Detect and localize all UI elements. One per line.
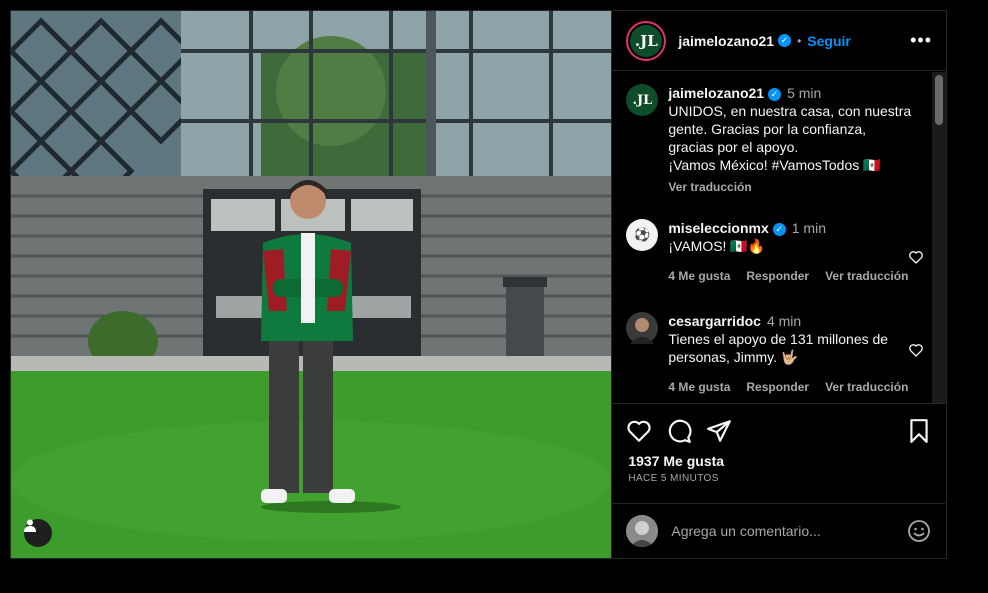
caption-avatar[interactable]: .JL bbox=[626, 84, 659, 116]
caption-username[interactable]: jaimelozano21 bbox=[668, 85, 764, 101]
commenter-username[interactable]: cesargarridoc bbox=[668, 313, 761, 329]
caption: .JL jaimelozano21 ✓ 5 min UNIDOS, en nuest… bbox=[626, 84, 916, 196]
user-tag-icon bbox=[24, 519, 36, 532]
comment-item: cesargarridoc 4 min Tienes el apoyo de 13… bbox=[626, 312, 924, 396]
post-timestamp: HACE 5 MINUTOS bbox=[628, 473, 719, 484]
comment-time: 4 min bbox=[766, 313, 802, 329]
current-user-avatar bbox=[626, 514, 659, 547]
save-icon[interactable] bbox=[906, 418, 932, 444]
caption-translate-link[interactable]: Ver traducción bbox=[668, 178, 751, 196]
comments-list: .JL jaimelozano21 ✓ 5 min UNIDOS, en nuest… bbox=[612, 72, 946, 404]
current-user-photo bbox=[626, 514, 659, 547]
caption-line: gente. Gracias por la confianza, bbox=[668, 121, 867, 137]
emoji-icon[interactable] bbox=[907, 519, 931, 543]
comment-input[interactable] bbox=[671, 522, 892, 539]
verified-icon: ✓ bbox=[768, 87, 782, 101]
photo-scene bbox=[11, 11, 612, 558]
comment-composer bbox=[612, 503, 946, 557]
comment-likes[interactable]: 4 Me gusta bbox=[668, 378, 730, 396]
separator-dot: • bbox=[797, 33, 802, 48]
comment-heart-icon[interactable] bbox=[908, 249, 924, 265]
follow-button[interactable]: Seguir bbox=[807, 33, 851, 49]
comment-translate-link[interactable]: Ver traducción bbox=[825, 267, 908, 285]
commenter-username[interactable]: miseleccionmx bbox=[668, 220, 768, 236]
comment-text: personas, Jimmy. 🤟🏼 bbox=[668, 349, 799, 365]
verified-icon: ✓ bbox=[772, 222, 786, 236]
user-tag-button[interactable] bbox=[24, 519, 52, 547]
reply-button[interactable]: Responder bbox=[746, 378, 809, 396]
author-avatar[interactable]: .JL bbox=[626, 20, 667, 61]
comment-heart-icon[interactable] bbox=[908, 342, 924, 358]
comment-text: ¡VAMOS! 🇲🇽🔥 bbox=[668, 238, 766, 254]
post-modal: .JL jaimelozano21 ✓ • Seguir ••• .JL jai… bbox=[10, 10, 947, 559]
commenter-avatar[interactable] bbox=[626, 312, 659, 344]
comment-text: Tienes el apoyo de 131 millones de bbox=[668, 331, 889, 347]
comment-icon[interactable] bbox=[666, 418, 692, 444]
likes-count[interactable]: 1937 Me gusta bbox=[628, 453, 724, 469]
share-icon[interactable] bbox=[706, 418, 732, 444]
comment-likes[interactable]: 4 Me gusta bbox=[668, 267, 730, 285]
post-actions bbox=[626, 418, 932, 446]
post-header: .JL jaimelozano21 ✓ • Seguir ••• bbox=[612, 11, 946, 71]
caption-time: 5 min bbox=[787, 85, 822, 101]
comment-time: 1 min bbox=[791, 220, 826, 236]
verified-icon: ✓ bbox=[778, 34, 792, 47]
reply-button[interactable]: Responder bbox=[746, 267, 809, 285]
post-photo[interactable] bbox=[11, 11, 612, 558]
caption-line: ¡Vamos México! #VamosTodos 🇲🇽 bbox=[668, 157, 881, 173]
commenter-avatar[interactable]: ⚽ bbox=[626, 219, 659, 251]
more-icon[interactable]: ••• bbox=[910, 30, 932, 51]
heart-icon[interactable] bbox=[626, 418, 652, 444]
comment-translate-link[interactable]: Ver traducción bbox=[825, 378, 908, 396]
comment-item: ⚽ miseleccionmx ✓ 1 min ¡VAMOS! 🇲🇽🔥 4 Me g… bbox=[626, 219, 924, 285]
post-details-panel: .JL jaimelozano21 ✓ • Seguir ••• .JL jai… bbox=[611, 11, 946, 558]
author-username[interactable]: jaimelozano21 bbox=[678, 33, 774, 49]
commenter-photo bbox=[630, 318, 655, 344]
caption-line: gracias por el apoyo. bbox=[668, 139, 799, 155]
caption-line: UNIDOS, en nuestra casa, con nuestra bbox=[668, 103, 912, 119]
